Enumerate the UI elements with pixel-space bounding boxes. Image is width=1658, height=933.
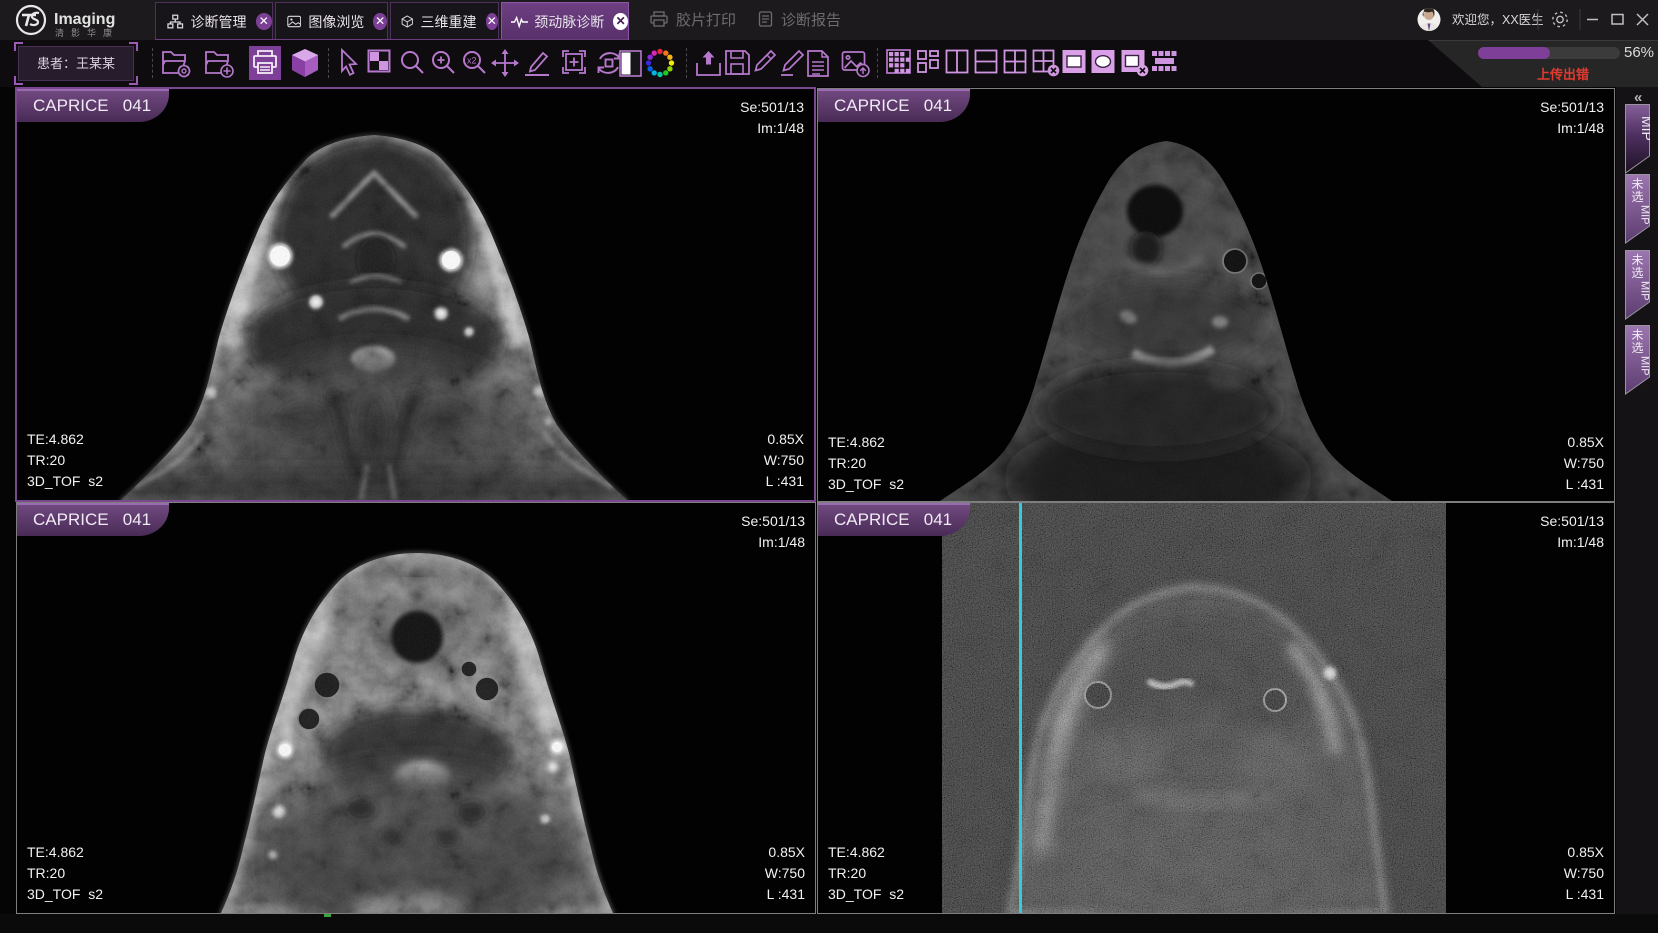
svg-text:Imaging: Imaging <box>54 11 115 28</box>
svg-text:选: 选 <box>1631 190 1643 204</box>
svg-text:MIP: MIP <box>1639 116 1650 141</box>
svg-text:MIP: MIP <box>1639 356 1651 376</box>
svg-text:清影华康: 清影华康 <box>55 27 119 38</box>
svg-text:MIP: MIP <box>1639 205 1651 225</box>
svg-text:未: 未 <box>1631 177 1643 191</box>
svg-text:x2: x2 <box>467 56 477 66</box>
svg-text:未: 未 <box>1631 253 1643 267</box>
svg-text:未: 未 <box>1631 328 1643 342</box>
svg-text:选: 选 <box>1631 266 1643 280</box>
svg-text:选: 选 <box>1631 341 1643 355</box>
svg-text:MIP: MIP <box>1639 281 1651 301</box>
svg-text:欢迎您，XX医生: 欢迎您，XX医生 <box>1452 12 1544 27</box>
